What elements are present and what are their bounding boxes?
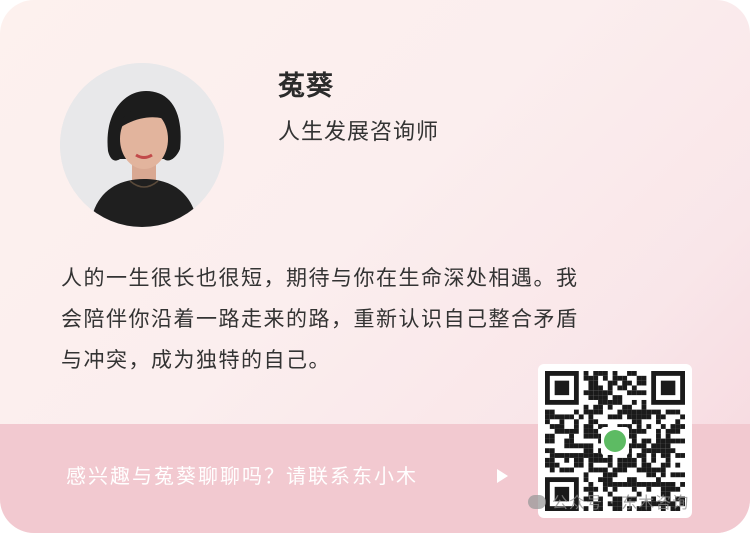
leaf-logo-icon: [604, 430, 626, 452]
qr-center-logo: [601, 427, 629, 455]
qr-finder-pattern: [545, 371, 579, 405]
play-triangle-icon[interactable]: [497, 469, 508, 483]
profile-name: 菟葵: [278, 71, 334, 102]
profile-title: 人生发展咨询师: [278, 120, 440, 145]
contact-cta-link[interactable]: 感兴趣与菟葵聊聊吗？请联系东小木: [66, 460, 418, 489]
avatar-portrait: [60, 63, 224, 227]
watermark-label: 公众号 · 东木咨询: [552, 493, 690, 512]
watermark: 公众号 · 东木咨询: [528, 489, 689, 513]
bio-line: 人的一生很长也很短，期待与你在生命深处相遇。我: [61, 266, 579, 290]
avatar: [60, 63, 224, 227]
qr-finder-pattern: [651, 371, 685, 405]
profile-card: 菟葵 人生发展咨询师 人的一生很长也很短，期待与你在生命深处相遇。我 会陪伴你沿…: [0, 0, 750, 533]
profile-bio: 人的一生很长也很短，期待与你在生命深处相遇。我 会陪伴你沿着一路走来的路，重新认…: [61, 258, 681, 381]
wechat-icon: [528, 495, 546, 509]
bio-line: 会陪伴你沿着一路走来的路，重新认识自己整合矛盾: [61, 307, 579, 331]
